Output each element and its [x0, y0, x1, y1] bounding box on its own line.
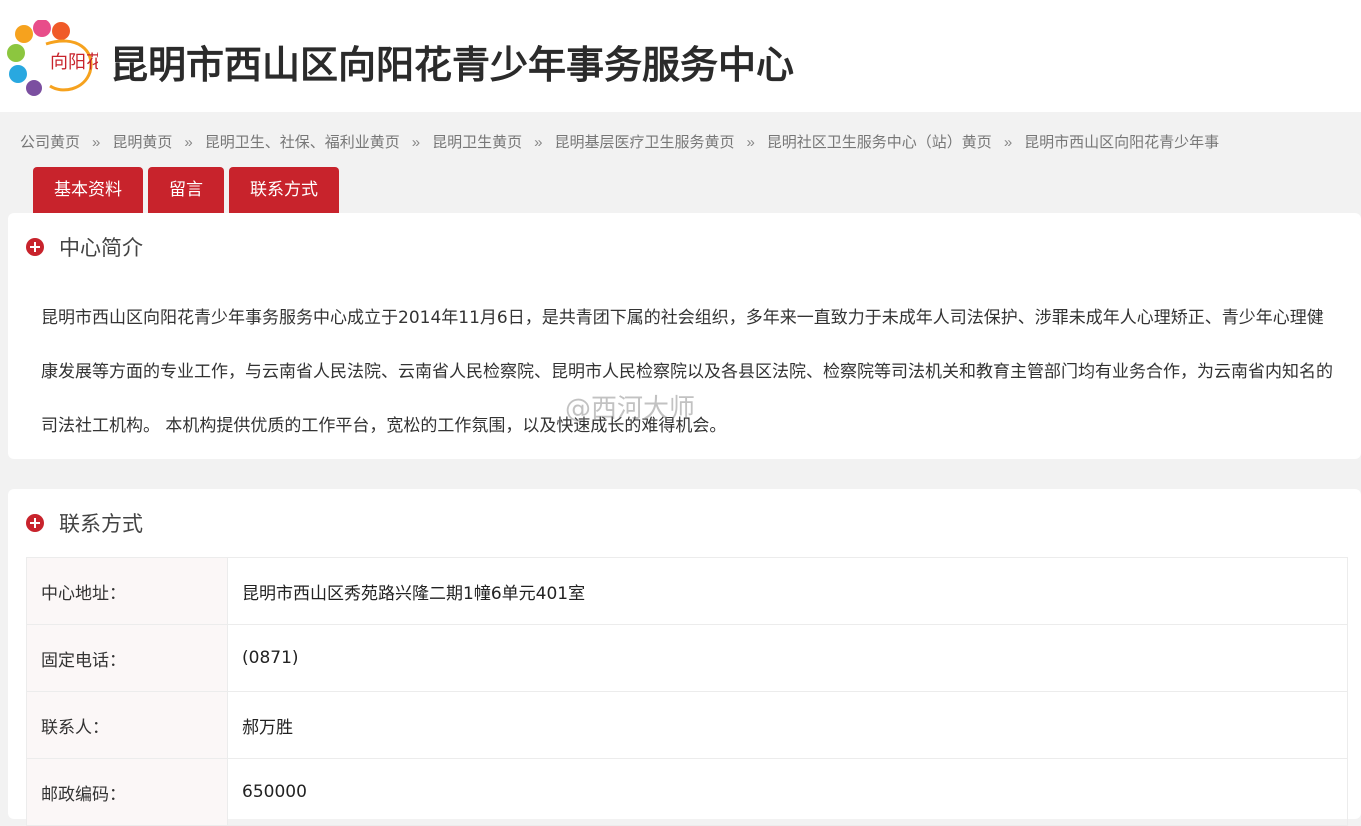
breadcrumb-link[interactable]: 昆明市西山区向阳花青少年事 [1024, 134, 1219, 151]
intro-panel: 中心简介 昆明市西山区向阳花青少年事务服务中心成立于2014年11月6日，是共青… [8, 213, 1361, 459]
plus-circle-icon[interactable] [26, 238, 44, 256]
contact-value: 郝万胜 [227, 691, 1348, 759]
breadcrumb-separator: » [411, 134, 421, 151]
table-row: 中心地址： 昆明市西山区秀苑路兴隆二期1幢6单元401室 [26, 557, 1348, 625]
site-header: 向阳花 昆明市西山区向阳花青少年事务服务中心 [0, 0, 1361, 112]
breadcrumb-separator: » [534, 134, 543, 151]
breadcrumb-separator: » [184, 134, 193, 151]
breadcrumb: 公司黄页 » 昆明黄页 » 昆明卫生、社保、福利业黄页 » 昆明卫生黄页 » 昆明基层医疗卫生服… [20, 131, 1320, 152]
contact-value: 昆明市西山区秀苑路兴隆二期1幢6单元401室 [227, 557, 1348, 625]
contact-label: 联系人： [26, 691, 228, 759]
tab-message[interactable]: 留言 [148, 167, 224, 213]
table-row: 邮政编码： 650000 [26, 758, 1348, 826]
breadcrumb-link[interactable]: 昆明黄页 [112, 134, 172, 151]
contact-label: 邮政编码： [26, 758, 228, 826]
breadcrumb-link[interactable]: 昆明社区卫生服务中心（站）黄页 [767, 134, 992, 151]
table-row: 固定电话： (0871) [26, 624, 1348, 692]
tab-contact[interactable]: 联系方式 [229, 167, 339, 213]
page-title: 昆明市西山区向阳花青少年事务服务中心 [110, 43, 795, 87]
intro-panel-header: 中心简介 [26, 233, 143, 261]
breadcrumb-link[interactable]: 昆明卫生黄页 [432, 134, 522, 151]
contact-value: 650000 [227, 758, 1348, 826]
table-row: 联系人： 郝万胜 [26, 691, 1348, 759]
contact-panel: 联系方式 中心地址： 昆明市西山区秀苑路兴隆二期1幢6单元401室 固定电话： (08… [8, 489, 1361, 826]
contact-label: 中心地址： [26, 557, 228, 625]
intro-title: 中心简介 [59, 236, 143, 260]
intro-text: 昆明市西山区向阳花青少年事务服务中心成立于2014年11月6日，是共青团下属的社… [41, 308, 1333, 436]
logo-text: 向阳花 [50, 52, 98, 73]
breadcrumb-separator: » [1003, 134, 1013, 151]
breadcrumb-link[interactable]: 公司黄页 [20, 134, 80, 151]
contact-table: 中心地址： 昆明市西山区秀苑路兴隆二期1幢6单元401室 固定电话： (0871) 联系… [26, 557, 1348, 826]
contact-title: 联系方式 [59, 512, 143, 536]
contact-value: (0871) [227, 624, 1348, 692]
breadcrumb-link[interactable]: 昆明卫生、社保、福利业黄页 [205, 134, 400, 151]
tab-basic-info[interactable]: 基本资料 [33, 167, 143, 213]
flower-logo-icon[interactable]: 向阳花 [6, 20, 98, 98]
breadcrumb-separator: » [746, 134, 755, 151]
plus-circle-icon[interactable] [26, 514, 44, 532]
breadcrumb-link[interactable]: 昆明基层医疗卫生服务黄页 [554, 134, 734, 151]
contact-label: 固定电话： [26, 624, 228, 692]
tab-bar: 基本资料 留言 联系方式 [33, 167, 344, 213]
breadcrumb-separator: » [92, 134, 101, 151]
contact-panel-header: 联系方式 [26, 509, 143, 537]
